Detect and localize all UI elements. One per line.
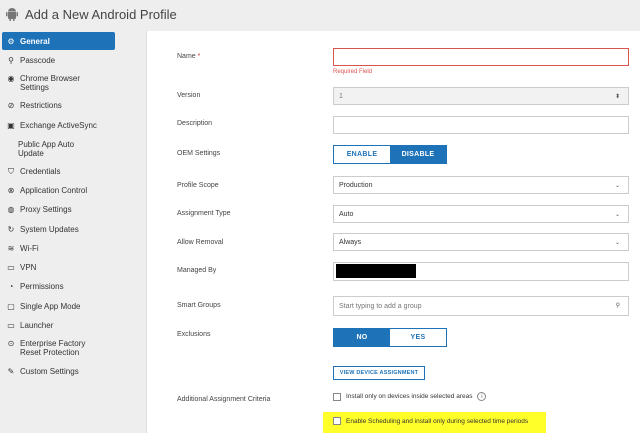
areas-checkbox[interactable] — [333, 392, 341, 401]
sidebar-item-credentials[interactable]: ⛉ Credentials — [0, 167, 60, 176]
sidebar-item-single-app[interactable]: ▢ Single App Mode — [0, 302, 80, 311]
refresh-icon: ↻ — [7, 225, 15, 234]
android-icon — [6, 8, 18, 21]
chrome-icon: ◉ — [7, 74, 15, 83]
oem-settings-label: OEM Settings — [177, 150, 221, 157]
view-device-assignment-button[interactable]: VIEW DEVICE ASSIGNMENT — [333, 366, 425, 380]
search-icon: ⚲ — [615, 303, 620, 309]
sidebar-item-permissions[interactable]: ◔ Permissions — [0, 282, 64, 291]
sidebar-item-app-control[interactable]: ⊗ Application Control — [0, 186, 88, 195]
restrict-icon: ⊘ — [7, 101, 15, 110]
profile-scope-label: Profile Scope — [177, 182, 219, 189]
version-label: Version — [177, 92, 201, 99]
allow-removal-select[interactable]: Always ⌄ — [333, 233, 629, 251]
schedule-checkbox[interactable] — [333, 417, 341, 425]
sidebar-item-proxy[interactable]: ◍ Proxy Settings — [0, 205, 72, 214]
single-app-icon: ▢ — [7, 302, 15, 311]
schedule-checkbox-row: Enable Scheduling and install only durin… — [333, 417, 528, 425]
sidebar-item-passcode[interactable]: ⚲ Passcode — [0, 56, 55, 65]
wrench-icon: ✎ — [7, 367, 15, 376]
sidebar-item-exchange[interactable]: ▣ Exchange ActiveSync — [0, 121, 97, 130]
sidebar-item-vpn[interactable]: ▭ VPN — [0, 263, 36, 272]
exclusions-label: Exclusions — [177, 331, 211, 338]
launcher-icon: ▭ — [7, 321, 15, 330]
exclusions-no-button[interactable]: NO — [334, 329, 390, 346]
additional-criteria-label: Additional Assignment Criteria — [177, 396, 271, 403]
oem-disable-button[interactable]: DISABLE — [390, 146, 446, 163]
name-input[interactable] — [333, 48, 629, 66]
sidebar-item-custom[interactable]: ✎ Custom Settings — [0, 367, 79, 376]
description-label: Description — [177, 120, 213, 127]
version-field: 1 ⬍ — [333, 87, 629, 105]
sidebar-item-restrictions[interactable]: ⊘ Restrictions — [0, 101, 62, 110]
sidebar-item-public-app[interactable]: Public App Auto Update — [0, 140, 100, 158]
reset-icon: ⊙ — [7, 339, 15, 348]
profile-form: Name * Required Field Version 1 ⬍ Descrip… — [146, 31, 640, 433]
wifi-icon: ≋ — [7, 244, 15, 253]
x-circle-icon: ⊗ — [7, 186, 15, 195]
oem-toggle: ENABLE DISABLE — [333, 145, 447, 164]
sidebar-item-system-updates[interactable]: ↻ System Updates — [0, 225, 79, 234]
profile-scope-select[interactable]: Production ⌄ — [333, 176, 629, 194]
info-icon[interactable]: i — [477, 392, 487, 401]
allow-removal-label: Allow Removal — [177, 239, 224, 246]
sidebar-item-wifi[interactable]: ≋ Wi-Fi — [0, 244, 39, 253]
page-title: Add a New Android Profile — [25, 6, 177, 22]
name-label: Name * — [177, 53, 201, 60]
exchange-icon: ▣ — [7, 121, 15, 130]
managed-by-label: Managed By — [177, 267, 217, 274]
assignment-type-label: Assignment Type — [177, 210, 231, 217]
chevron-down-icon: ⌄ — [614, 183, 620, 189]
smart-groups-input[interactable]: Start typing to add a group ⚲ — [333, 296, 629, 316]
areas-checkbox-row: Install only on devices inside selected … — [333, 392, 487, 401]
sidebar-item-launcher[interactable]: ▭ Launcher — [0, 321, 53, 330]
oem-enable-button[interactable]: ENABLE — [334, 146, 390, 163]
sidebar-item-chrome[interactable]: ◉ Chrome Browser Settings — [0, 74, 100, 92]
gear-icon: ⚙ — [7, 36, 15, 46]
stepper-icon: ⬍ — [614, 94, 620, 100]
page-header: Add a New Android Profile — [0, 0, 640, 28]
key-icon: ⚲ — [8, 56, 14, 65]
chevron-down-icon: ⌄ — [614, 240, 620, 246]
sidebar-item-factory-reset[interactable]: ⊙ Enterprise Factory Reset Protection — [0, 339, 100, 357]
required-field-error: Required Field — [333, 69, 373, 75]
description-input[interactable] — [333, 116, 629, 134]
exclusions-yes-button[interactable]: YES — [390, 329, 446, 346]
exclusions-toggle: NO YES — [333, 328, 447, 347]
vpn-icon: ▭ — [7, 263, 15, 272]
shield-icon: ⛉ — [8, 167, 14, 176]
assignment-type-select[interactable]: Auto ⌄ — [333, 205, 629, 223]
smart-groups-label: Smart Groups — [177, 302, 221, 309]
proxy-icon: ◍ — [7, 205, 15, 214]
check-circle-icon: ◔ — [8, 282, 14, 291]
redacted-block — [336, 264, 416, 278]
sidebar-item-general[interactable]: ⚙ General — [2, 32, 115, 50]
chevron-down-icon: ⌄ — [614, 212, 620, 218]
